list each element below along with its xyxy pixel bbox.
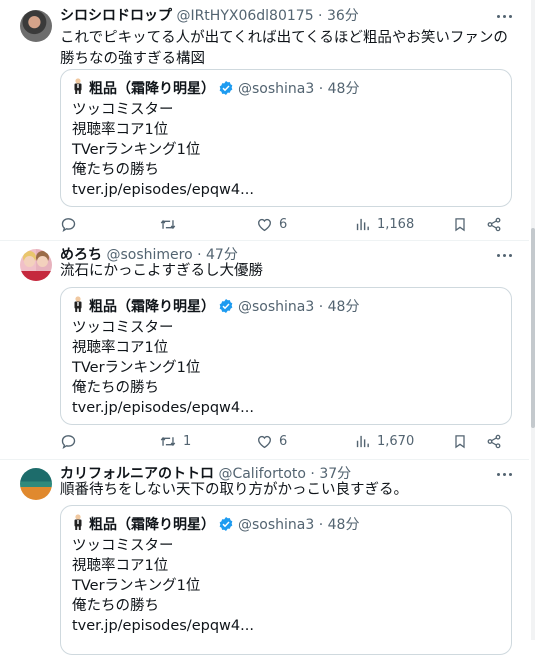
- like-button[interactable]: 6: [256, 213, 287, 235]
- share-icon: [486, 216, 502, 233]
- bookmark-icon: [452, 433, 468, 450]
- views-count: 1,670: [377, 433, 415, 449]
- person-emoji-icon: [72, 514, 84, 536]
- quote-link[interactable]: tver.jp/episodes/epqw4...: [72, 398, 254, 418]
- avatar[interactable]: [20, 10, 52, 42]
- like-count: 6: [279, 216, 288, 232]
- quote-handle: @soshina3: [238, 517, 315, 533]
- quote-line: 視聴率コア1位: [72, 122, 169, 138]
- quote-tweet[interactable]: 粗品（霜降り明星） @soshina3 · 48分 ツッコミスター 視聴率コア1位…: [60, 69, 512, 207]
- quote-link[interactable]: tver.jp/episodes/epqw4...: [72, 616, 254, 636]
- quote-line: TVerランキング1位: [72, 360, 201, 376]
- display-name[interactable]: シロシロドロップ: [60, 8, 172, 24]
- quote-display-name: 粗品（霜降り明星）: [89, 81, 215, 97]
- quote-line: ツッコミスター: [72, 320, 174, 336]
- retweet-icon: [159, 433, 177, 450]
- reply-icon: [60, 216, 77, 233]
- tweet-actions: 1 6 1,670: [58, 430, 514, 452]
- share-button[interactable]: [486, 213, 502, 235]
- tweet[interactable]: カリフォルニアのトトロ @Califortoto · 37分 順番待ちをしない天…: [0, 460, 529, 655]
- tweet-actions: 6 1,168: [58, 213, 514, 235]
- quote-body: ツッコミスター 視聴率コア1位 TVerランキング1位 俺たちの勝ち tver.…: [72, 318, 254, 418]
- tweet[interactable]: シロシロドロップ @IRtHYX06dl80175 · 36分 これでピキッてる…: [0, 2, 529, 240]
- views-button[interactable]: 1,670: [354, 430, 414, 452]
- tweet-header: シロシロドロップ @IRtHYX06dl80175 · 36分: [60, 8, 359, 24]
- retweet-button[interactable]: 1: [159, 430, 191, 452]
- quote-timestamp: 48分: [327, 299, 360, 315]
- quote-line: 俺たちの勝ち: [72, 380, 159, 396]
- tweet-text: これでピキッてる人が出てくれば出てくるほど粗品やお笑いファンの勝ちなの強すぎる構…: [60, 30, 508, 67]
- retweet-icon: [159, 216, 177, 233]
- quote-line: 視聴率コア1位: [72, 558, 169, 574]
- tweet-text: 流石にかっこよすぎるし大優勝: [60, 263, 263, 279]
- avatar[interactable]: [20, 468, 52, 500]
- bookmark-button[interactable]: [452, 430, 468, 452]
- views-button[interactable]: 1,168: [354, 213, 414, 235]
- scrollbar-thumb[interactable]: [531, 228, 535, 428]
- quote-timestamp: 48分: [327, 517, 360, 533]
- tweet[interactable]: めろち @soshimero · 47分 流石にかっこよすぎるし大優勝 粗品（霜…: [0, 241, 529, 459]
- share-button[interactable]: [486, 430, 502, 452]
- verified-icon: [218, 298, 234, 320]
- like-count: 6: [279, 433, 288, 449]
- quote-line: 俺たちの勝ち: [72, 598, 159, 614]
- quote-line: TVerランキング1位: [72, 578, 201, 594]
- quote-line: 俺たちの勝ち: [72, 162, 159, 178]
- quote-line: ツッコミスター: [72, 102, 174, 118]
- avatar[interactable]: [20, 249, 52, 281]
- tweet-text: 順番待ちをしない天下の取り方がかっこい良すぎる。: [60, 482, 408, 498]
- views-icon: [354, 216, 371, 233]
- quote-display-name: 粗品（霜降り明星）: [89, 299, 215, 315]
- quote-body: ツッコミスター 視聴率コア1位 TVerランキング1位 俺たちの勝ち tver.…: [72, 100, 254, 200]
- verified-icon: [218, 80, 234, 102]
- quote-header: 粗品（霜降り明星） @soshina3 · 48分: [72, 514, 359, 538]
- retweet-count: 1: [183, 433, 192, 449]
- reply-button[interactable]: [60, 430, 83, 452]
- quote-timestamp: 48分: [327, 81, 360, 97]
- quote-display-name: 粗品（霜降り明星）: [89, 517, 215, 533]
- quote-handle: @soshina3: [238, 299, 315, 315]
- person-emoji-icon: [72, 296, 84, 318]
- views-icon: [354, 433, 371, 450]
- quote-line: 視聴率コア1位: [72, 340, 169, 356]
- quote-body: ツッコミスター 視聴率コア1位 TVerランキング1位 俺たちの勝ち tver.…: [72, 536, 254, 636]
- quote-tweet[interactable]: 粗品（霜降り明星） @soshina3 · 48分 ツッコミスター 視聴率コア1位…: [60, 287, 512, 425]
- quote-handle: @soshina3: [238, 81, 315, 97]
- quote-line: ツッコミスター: [72, 538, 174, 554]
- person-emoji-icon: [72, 78, 84, 100]
- bookmark-button[interactable]: [452, 213, 468, 235]
- timeline-feed: シロシロドロップ @IRtHYX06dl80175 · 36分 これでピキッてる…: [0, 0, 529, 655]
- quote-link[interactable]: tver.jp/episodes/epqw4...: [72, 180, 254, 200]
- like-button[interactable]: 6: [256, 430, 287, 452]
- bookmark-icon: [452, 216, 468, 233]
- share-icon: [486, 433, 502, 450]
- quote-tweet[interactable]: 粗品（霜降り明星） @soshina3 · 48分 ツッコミスター 視聴率コア1位…: [60, 505, 512, 655]
- timestamp[interactable]: 36分: [327, 8, 359, 24]
- quote-header: 粗品（霜降り明星） @soshina3 · 48分: [72, 296, 359, 320]
- like-icon: [256, 216, 273, 233]
- more-icon[interactable]: [495, 6, 515, 26]
- reply-button[interactable]: [60, 213, 83, 235]
- retweet-button[interactable]: [159, 213, 183, 235]
- views-count: 1,168: [377, 216, 415, 232]
- quote-line: TVerランキング1位: [72, 142, 201, 158]
- quote-header: 粗品（霜降り明星） @soshina3 · 48分: [72, 78, 359, 102]
- like-icon: [256, 433, 273, 450]
- user-handle[interactable]: @IRtHYX06dl80175: [176, 8, 313, 24]
- reply-icon: [60, 433, 77, 450]
- verified-icon: [218, 516, 234, 538]
